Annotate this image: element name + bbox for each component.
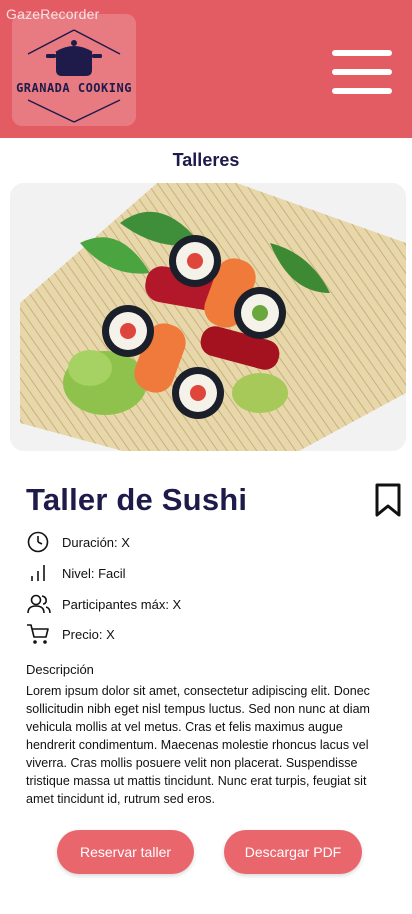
participants-label: Participantes máx: X xyxy=(62,596,182,612)
users-icon xyxy=(26,592,52,616)
description-text: Lorem ipsum dolor sit amet, consectetur … xyxy=(26,684,370,806)
level-label: Nivel: Facil xyxy=(62,565,126,581)
info-price: Precio: X xyxy=(26,622,115,646)
cooking-pot-icon xyxy=(27,29,121,123)
section-title: Talleres xyxy=(172,150,240,170)
workshop-title: Taller de Sushi xyxy=(26,482,248,517)
hamburger-menu-icon[interactable] xyxy=(330,50,394,98)
app-header: GazeRecorder GRANADA COOKING xyxy=(0,0,412,138)
signal-bars-icon xyxy=(26,561,52,585)
price-label: Precio: X xyxy=(62,626,115,642)
clock-icon xyxy=(26,530,52,554)
duration-label: Duración: X xyxy=(62,534,130,550)
download-pdf-button[interactable]: Descargar PDF xyxy=(224,830,362,874)
hero-image xyxy=(10,183,406,451)
brand-name: GRANADA COOKING xyxy=(16,81,132,95)
cart-icon xyxy=(26,622,52,646)
info-participants: Participantes máx: X xyxy=(26,592,181,616)
reserve-workshop-button[interactable]: Reservar taller xyxy=(57,830,194,874)
brand-logo[interactable]: GRANADA COOKING xyxy=(12,14,136,126)
info-level: Nivel: Facil xyxy=(26,561,126,585)
description-heading: Descripción xyxy=(26,662,94,677)
info-duration: Duración: X xyxy=(26,530,130,554)
bookmark-icon[interactable] xyxy=(374,482,402,518)
